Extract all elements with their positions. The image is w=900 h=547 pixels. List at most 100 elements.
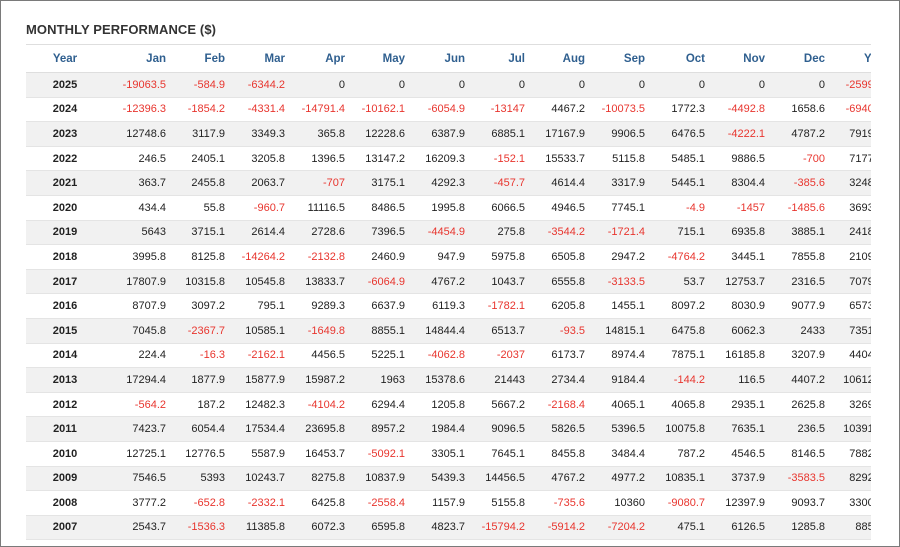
cell-sep: 1455.1 xyxy=(589,293,649,319)
cell-jun: 0 xyxy=(409,72,469,98)
cell-apr: -4104.2 xyxy=(289,392,349,418)
cell-ytd: 32482.1 xyxy=(829,170,871,196)
column-header-dec[interactable]: Dec xyxy=(769,44,829,73)
table-row: 2013 17294.4 1877.9 15877.9 15987.2 1963 15378… xyxy=(26,367,871,393)
year-cell: 2009 xyxy=(26,466,104,492)
cell-may: 5225.1 xyxy=(349,343,409,369)
column-header-nov[interactable]: Nov xyxy=(709,44,769,73)
cell-jan: 7423.7 xyxy=(104,416,170,442)
column-header-jun[interactable]: Jun xyxy=(409,44,469,73)
cell-may: -6064.9 xyxy=(349,269,409,295)
cell-jun: -4454.9 xyxy=(409,220,469,246)
cell-jul: -1782.1 xyxy=(469,293,529,319)
cell-nov: 8030.9 xyxy=(709,293,769,319)
cell-ytd: 24188.9 xyxy=(829,220,871,246)
cell-ytd: 71779.4 xyxy=(829,146,871,172)
cell-ytd: -25992.6 xyxy=(829,72,871,98)
cell-oct: 10075.8 xyxy=(649,416,709,442)
cell-feb: 2405.1 xyxy=(170,146,229,172)
cell-nov: 16185.8 xyxy=(709,343,769,369)
cell-oct: 10835.1 xyxy=(649,466,709,492)
column-header-oct[interactable]: Oct xyxy=(649,44,709,73)
column-header-may[interactable]: May xyxy=(349,44,409,73)
column-header-jul[interactable]: Jul xyxy=(469,44,529,73)
column-header-year[interactable]: Year xyxy=(26,44,104,73)
cell-mar: 10585.1 xyxy=(229,318,289,344)
cell-jul: 6513.7 xyxy=(469,318,529,344)
year-cell: 2016 xyxy=(26,293,104,319)
cell-jan: 224.4 xyxy=(104,343,170,369)
cell-mar: 12482.3 xyxy=(229,392,289,418)
table-row: 2012 -564.2 187.2 12482.3 -4104.2 6294.4 1205.… xyxy=(26,392,871,418)
cell-sep: 0 xyxy=(589,72,649,98)
cell-jul: -13147 xyxy=(469,97,529,123)
cell-ytd: 106120.3 xyxy=(829,367,871,393)
table-scroll-area[interactable]: Year Jan Feb Mar Apr May Jun Jul Aug Sep Oct Nov Dec… xyxy=(26,44,871,546)
table-row: 2018 3995.8 8125.8 -14264.2 -2132.8 2460.9 947… xyxy=(26,244,871,270)
cell-feb: 6054.4 xyxy=(170,416,229,442)
cell-jul: 21443 xyxy=(469,367,529,393)
cell-mar: 3349.3 xyxy=(229,121,289,147)
cell-sep: 4065.1 xyxy=(589,392,649,418)
cell-apr: 11116.5 xyxy=(289,195,349,221)
cell-jan: 3995.8 xyxy=(104,244,170,270)
table-body: 2025-19063.5-584.9-6344.2000000000-25992… xyxy=(26,72,871,541)
cell-dec: 4407.2 xyxy=(769,367,829,393)
cell-sep: -3133.5 xyxy=(589,269,649,295)
cell-mar: 5587.9 xyxy=(229,441,289,467)
cell-jun: 1984.4 xyxy=(409,416,469,442)
monthly-performance-table: Year Jan Feb Mar Apr May Jun Jul Aug Sep Oct Nov Dec… xyxy=(26,44,871,541)
cell-jul: 5155.8 xyxy=(469,490,529,516)
cell-jun: 947.9 xyxy=(409,244,469,270)
column-header-mar[interactable]: Mar xyxy=(229,44,289,73)
cell-aug: -735.6 xyxy=(529,490,589,516)
cell-feb: 2455.8 xyxy=(170,170,229,196)
cell-may: -2558.4 xyxy=(349,490,409,516)
cell-sep: 7745.1 xyxy=(589,195,649,221)
cell-nov: 0 xyxy=(709,72,769,98)
year-cell: 2022 xyxy=(26,146,104,172)
cell-nov: -4492.8 xyxy=(709,97,769,123)
cell-ytd: 32691.9 xyxy=(829,392,871,418)
year-cell: 2025 xyxy=(26,72,104,98)
cell-jan: 3777.2 xyxy=(104,490,170,516)
column-header-feb[interactable]: Feb xyxy=(170,44,229,73)
table-row: 2008 3777.2 -652.8 -2332.1 6425.8 -2558.4 1157… xyxy=(26,490,871,516)
year-cell: 2014 xyxy=(26,343,104,369)
cell-ytd: 33008.7 xyxy=(829,490,871,516)
cell-nov: 116.5 xyxy=(709,367,769,393)
cell-dec: 4787.2 xyxy=(769,121,829,147)
cell-ytd: 73519.3 xyxy=(829,318,871,344)
table-row: 2010 12725.1 12776.5 5587.9 16453.7 -5092.1 33… xyxy=(26,441,871,467)
cell-aug: -5914.2 xyxy=(529,515,589,541)
cell-aug: -2168.4 xyxy=(529,392,589,418)
cell-aug: 8455.8 xyxy=(529,441,589,467)
cell-dec: -700 xyxy=(769,146,829,172)
column-header-apr[interactable]: Apr xyxy=(289,44,349,73)
cell-sep: -1721.4 xyxy=(589,220,649,246)
cell-oct: 5445.1 xyxy=(649,170,709,196)
cell-mar: 2063.7 xyxy=(229,170,289,196)
column-header-ytd[interactable]: YTD xyxy=(829,44,871,73)
cell-jul: -152.1 xyxy=(469,146,529,172)
cell-feb: -1536.3 xyxy=(170,515,229,541)
cell-apr: 8275.8 xyxy=(289,466,349,492)
cell-feb: -2367.7 xyxy=(170,318,229,344)
column-header-sep[interactable]: Sep xyxy=(589,44,649,73)
cell-apr: -707 xyxy=(289,170,349,196)
cell-jan: -19063.5 xyxy=(104,72,170,98)
cell-sep: 14815.1 xyxy=(589,318,649,344)
year-cell: 2008 xyxy=(26,490,104,516)
column-header-jan[interactable]: Jan xyxy=(104,44,170,73)
cell-apr: -1649.8 xyxy=(289,318,349,344)
cell-oct: 6475.8 xyxy=(649,318,709,344)
year-cell: 2019 xyxy=(26,220,104,246)
cell-jun: -4062.8 xyxy=(409,343,469,369)
cell-apr: 6425.8 xyxy=(289,490,349,516)
cell-ytd: 82926.6 xyxy=(829,466,871,492)
cell-sep: -10073.5 xyxy=(589,97,649,123)
cell-mar: -14264.2 xyxy=(229,244,289,270)
column-header-aug[interactable]: Aug xyxy=(529,44,589,73)
cell-oct: 7875.1 xyxy=(649,343,709,369)
cell-apr: 365.8 xyxy=(289,121,349,147)
